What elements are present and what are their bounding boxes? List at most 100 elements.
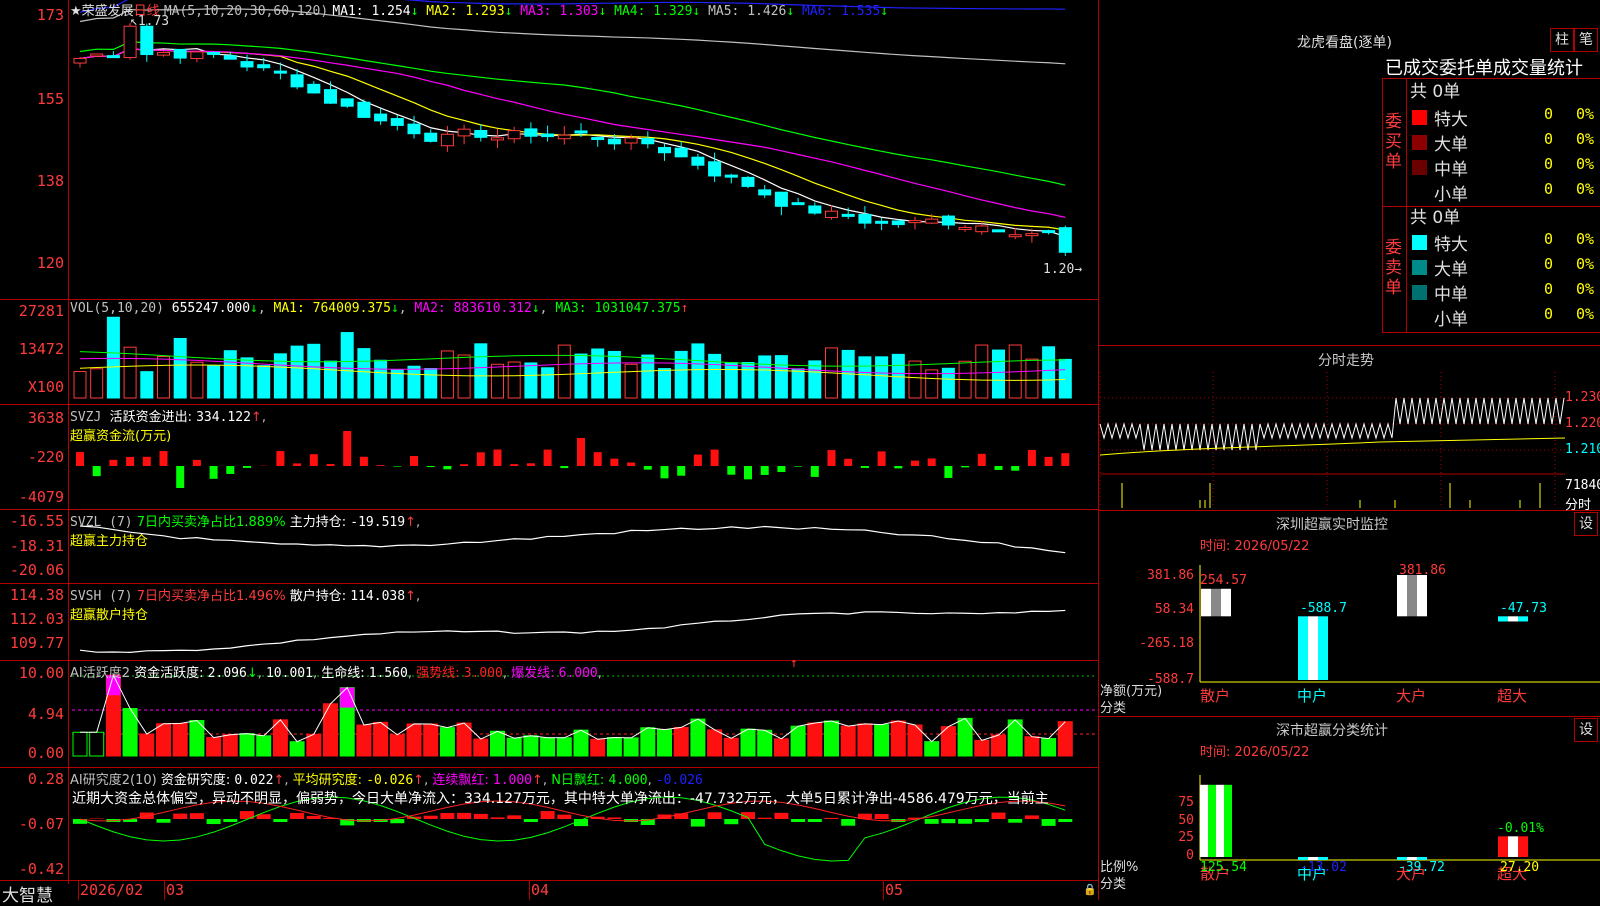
candle-body [625,138,637,143]
ai1-bar [992,735,1006,756]
candle-body [325,90,337,104]
volume-bar [1026,359,1038,398]
candle-body [291,75,303,87]
svzj-bar [443,466,451,469]
order-percent: 0% [1576,255,1594,273]
svzj-bar [494,450,502,466]
ai2-bar [691,819,705,827]
ai1-bar [207,738,221,756]
classify-axis-tick: 75 [1150,795,1194,810]
volume-bar [542,368,554,398]
candle-body [492,138,504,140]
monitor-bar-segment [1498,616,1508,621]
candle-body [859,214,871,223]
ai2-bar [440,813,454,819]
svzj-bar [727,466,735,475]
ai2-bar [290,813,304,819]
ma-line-10 [80,49,1065,230]
ma-line-30 [80,42,1065,185]
order-percent: 0% [1576,305,1594,323]
monitor-bar-segment [1407,575,1417,616]
sell-total: 共 0单 [1410,206,1460,230]
bar-mode-button[interactable]: 柱 [1550,28,1574,52]
order-size-label: 特大 [1434,230,1468,255]
monitor-title: 深圳超赢实时监控 [1276,514,1388,534]
price-axis-tick: 155 [0,90,64,108]
price-axis-tick: 173 [0,6,64,24]
volume-bar [525,363,537,398]
svzj-bar [477,452,485,466]
volume-bar [308,344,320,398]
order-percent: 0% [1576,180,1594,198]
candle-body [642,139,654,144]
ai1-bar [273,720,287,756]
order-percent: 0% [1576,105,1594,123]
candle-body [141,26,153,54]
classify-xlabel: 分类 [1100,873,1126,892]
ai1-bar [858,724,872,756]
volume-bar [876,357,888,398]
svzj-bar [143,457,151,466]
classify-bar-segment [1498,836,1508,857]
lock-icon[interactable]: 🔒 [1083,883,1097,896]
order-color-swatch [1412,135,1427,150]
svzj-bar [761,466,769,475]
volume-bar [725,363,737,398]
ai1-bar [424,724,438,756]
ai2-bar [758,818,772,819]
ai2-bar [390,819,404,823]
ai2-bar [1025,815,1039,819]
classify-settings-button[interactable]: 设 [1574,718,1598,742]
svzj-bar [961,466,969,467]
candle-body [274,71,286,73]
candle-body [391,119,403,126]
svzj-bar [577,438,585,466]
ai2-bar [457,813,471,819]
ma-value-1: MA1: 1.254↓ [332,4,418,19]
monitor-bar-segment [1318,616,1328,680]
brand-label[interactable]: 大智慧 [2,881,53,906]
candle-body [1009,235,1021,237]
candle-body [542,134,554,137]
volume-bar [608,351,620,398]
candle-body [525,129,537,136]
classify-bar-segment [1216,785,1224,857]
date-axis-label: 03 [166,881,184,899]
svzj-axis-tick: -4079 [0,488,64,506]
order-percent: 0% [1576,280,1594,298]
svsh-header: SVSH (7) 7日内买卖净占比1.496% 散户持仓: 114.038↑, … [70,585,420,623]
svzl-axis-tick: -20.06 [0,561,64,579]
classify-time: 时间: 2026/05/22 [1200,741,1309,760]
ai1-bar [507,738,521,756]
volume-bar [675,351,687,398]
svzj-bar [193,460,201,466]
buy-orders-label: 委买单 [1385,112,1403,172]
ai1-bar [357,725,371,756]
svzj-bar [644,466,652,470]
monitor-bar [1201,589,1231,617]
ai2-axis-tick: 0.28 [0,770,64,788]
ai1-bar [925,742,939,756]
candle-body [792,203,804,205]
candle-body [1043,231,1055,233]
intraday-avg-line [1100,438,1565,455]
ai1-bar [324,704,338,756]
svzj-bar [360,457,368,466]
vol-dir: ↓ [250,301,258,316]
monitor-value-label: -47.73 [1500,601,1547,616]
ai1-bar [825,721,839,756]
stock-name[interactable]: ★荣盛发展 [70,4,134,19]
order-color-swatch [1412,160,1427,175]
classify-bar-segment [1508,836,1518,857]
candle-body [558,135,570,139]
candle-body [174,49,186,58]
volume-bar [508,362,520,398]
ai1-bar [307,734,321,756]
svzj-bar [944,466,952,478]
candle-body [876,221,888,223]
tick-mode-button[interactable]: 笔 [1574,28,1598,52]
intraday-vol-unit: 分时 [1565,494,1591,513]
vol-ma1: MA1: 764009.375↓ [274,301,399,316]
monitor-settings-button[interactable]: 设 [1574,512,1598,536]
monitor-category: 超大 [1497,685,1527,706]
